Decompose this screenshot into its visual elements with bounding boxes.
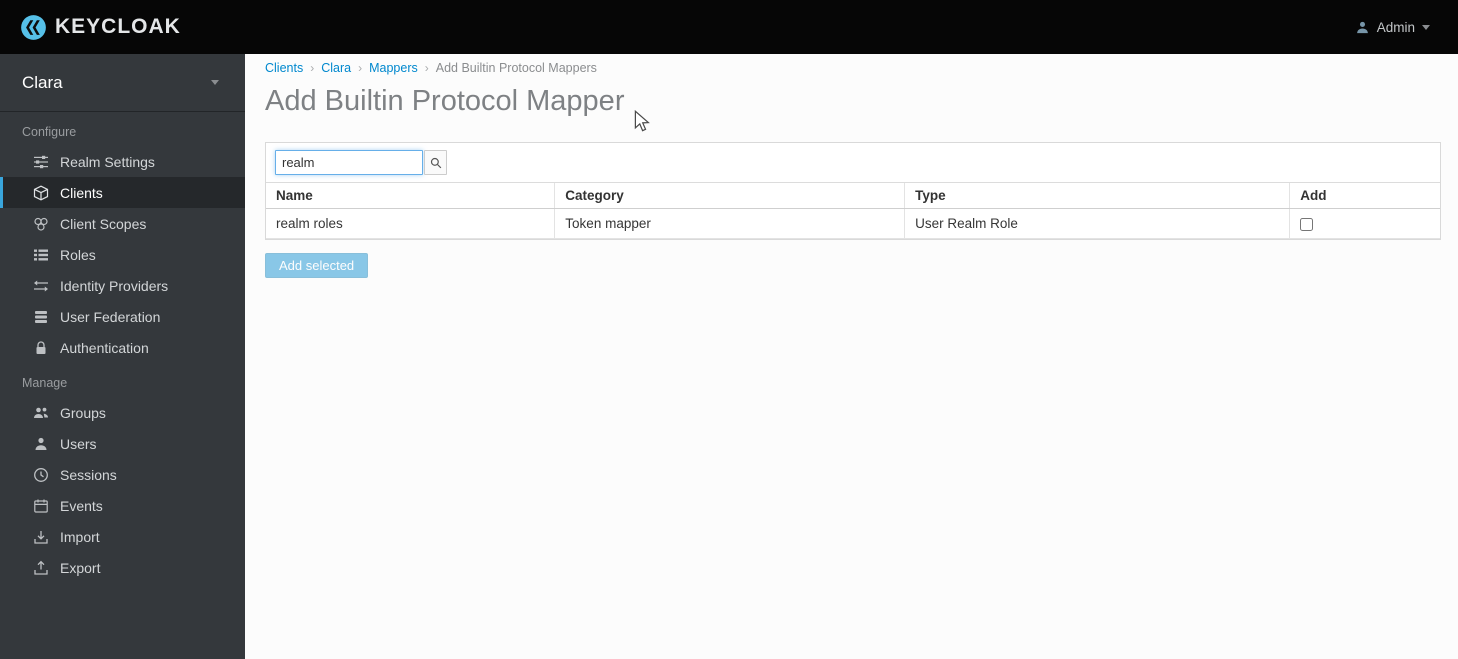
sliders-icon: [33, 154, 49, 170]
sidebar-item-label: Identity Providers: [60, 277, 169, 294]
sidebar-item-label: Roles: [60, 246, 96, 263]
topbar: KEYCLOAK Admin: [0, 0, 1458, 54]
main-content: Clients › Clara › Mappers › Add Builtin Protoc…: [245, 54, 1458, 659]
scopes-icon: [33, 216, 49, 232]
sidebar-item-clients[interactable]: Clients: [0, 177, 245, 208]
sidebar-item-label: Import: [60, 528, 100, 545]
sidebar-item-label: Events: [60, 497, 103, 514]
keycloak-logo[interactable]: KEYCLOAK: [20, 14, 181, 41]
keycloak-logo-icon: [20, 14, 47, 41]
mappers-table: Name Category Type Add realm roles Token…: [266, 182, 1440, 240]
sidebar-item-label: Sessions: [60, 466, 117, 483]
clock-icon: [33, 467, 49, 483]
sidebar-item-users[interactable]: Users: [0, 428, 245, 459]
column-header-add: Add: [1289, 182, 1440, 210]
export-icon: [33, 560, 49, 576]
chevron-down-icon: [211, 80, 219, 85]
column-header-category: Category: [554, 182, 905, 210]
mappers-panel: Name Category Type Add realm roles Token…: [265, 142, 1441, 241]
breadcrumb-mappers[interactable]: Mappers: [369, 61, 418, 75]
table-row: realm roles Token mapper User Realm Role: [266, 208, 1440, 240]
cell-mapper-add: [1289, 208, 1440, 240]
sidebar-item-identity-providers[interactable]: Identity Providers: [0, 270, 245, 301]
nav-section-manage: Manage: [22, 376, 68, 390]
breadcrumb: Clients › Clara › Mappers › Add Builtin Protoc…: [265, 61, 1441, 75]
database-icon: [33, 309, 49, 325]
exchange-arrows-icon: [33, 278, 49, 294]
user-icon: [1355, 20, 1370, 35]
sidebar-item-label: Export: [60, 559, 101, 576]
sidebar-item-authentication[interactable]: Authentication: [0, 332, 245, 363]
brand-text: KEYCLOAK: [55, 15, 181, 38]
sidebar-item-label: User Federation: [60, 308, 161, 325]
page-title: Add Builtin Protocol Mapper: [265, 85, 625, 117]
realm-selector[interactable]: Clara: [0, 54, 245, 112]
sidebar: Clara Configure Realm Settings Clients C…: [0, 54, 245, 659]
nav-section-configure: Configure: [22, 125, 77, 139]
sidebar-item-user-federation[interactable]: User Federation: [0, 301, 245, 332]
cube-icon: [33, 185, 49, 201]
breadcrumb-separator-icon: ›: [310, 61, 315, 75]
cell-mapper-name: realm roles: [266, 208, 555, 240]
sidebar-item-label: Groups: [60, 404, 106, 421]
sidebar-item-export[interactable]: Export: [0, 552, 245, 583]
sidebar-item-label: Authentication: [60, 339, 149, 356]
row-add-checkbox[interactable]: [1300, 218, 1314, 232]
sidebar-item-roles[interactable]: Roles: [0, 239, 245, 270]
search-icon: [430, 157, 442, 169]
breadcrumb-clients[interactable]: Clients: [265, 61, 303, 75]
realm-name: Clara: [22, 72, 63, 92]
sidebar-item-groups[interactable]: Groups: [0, 397, 245, 428]
breadcrumb-clara[interactable]: Clara: [321, 61, 351, 75]
breadcrumb-separator-icon: ›: [358, 61, 363, 75]
sidebar-item-sessions[interactable]: Sessions: [0, 459, 245, 490]
column-header-name: Name: [266, 182, 555, 210]
sidebar-item-label: Users: [60, 435, 97, 452]
sidebar-item-import[interactable]: Import: [0, 521, 245, 552]
sidebar-item-label: Clients: [60, 184, 103, 201]
sidebar-item-label: Realm Settings: [60, 153, 155, 170]
sidebar-item-label: Client Scopes: [60, 215, 147, 232]
calendar-icon: [33, 498, 49, 514]
breadcrumb-separator-icon: ›: [424, 61, 429, 75]
cell-mapper-category: Token mapper: [554, 208, 905, 240]
list-icon: [33, 247, 49, 263]
table-header-row: Name Category Type Add: [266, 182, 1440, 210]
user-menu-label: Admin: [1376, 19, 1415, 35]
user-menu[interactable]: Admin: [1355, 20, 1436, 35]
group-icon: [33, 405, 49, 421]
search-button[interactable]: [424, 150, 447, 176]
add-selected-button[interactable]: Add selected: [265, 253, 369, 279]
sidebar-item-client-scopes[interactable]: Client Scopes: [0, 208, 245, 239]
column-header-type: Type: [904, 182, 1290, 210]
cell-mapper-type: User Realm Role: [904, 208, 1290, 240]
search-row: [266, 143, 1440, 182]
sidebar-item-realm-settings[interactable]: Realm Settings: [0, 146, 245, 177]
user-icon: [33, 436, 49, 452]
sidebar-item-events[interactable]: Events: [0, 490, 245, 521]
breadcrumb-current: Add Builtin Protocol Mappers: [435, 61, 597, 75]
chevron-down-icon: [1422, 24, 1430, 30]
search-input[interactable]: [275, 150, 423, 176]
lock-icon: [33, 340, 49, 356]
import-icon: [33, 529, 49, 545]
